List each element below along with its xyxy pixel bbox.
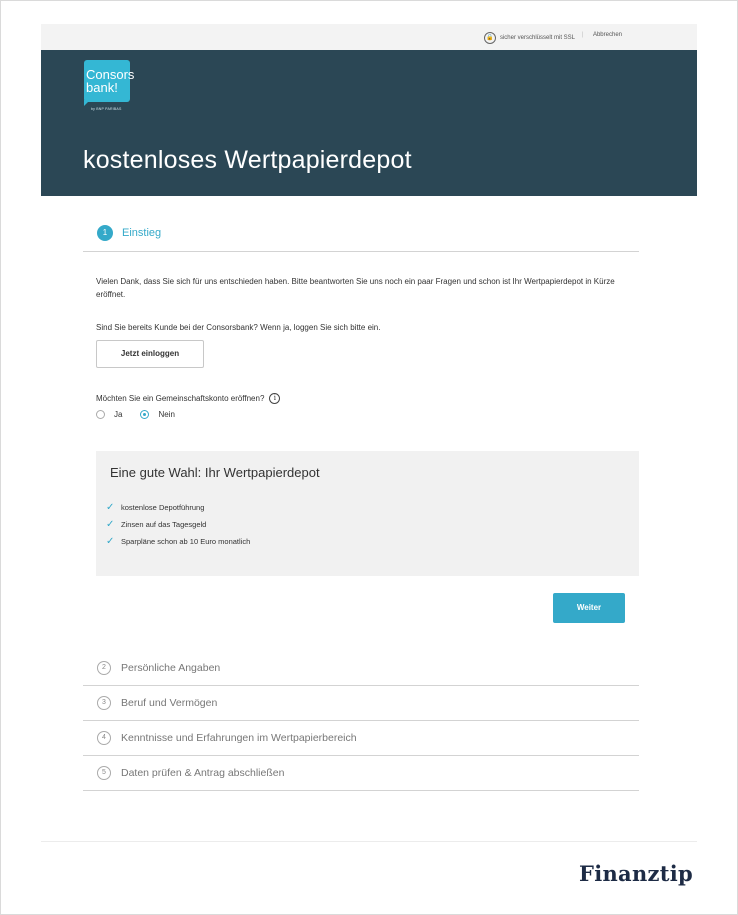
customer-question: Sind Sie bereits Kunde bei der Consorsba… (96, 323, 381, 332)
ssl-notice: 🔒 sicher verschlüsselt mit SSL (483, 32, 575, 44)
step-label: Kenntnisse und Erfahrungen im Wertpapier… (121, 732, 357, 744)
benefit-item: ✓ kostenlose Depotführung (106, 499, 250, 516)
radio-label-ja: Ja (114, 410, 123, 419)
topbar-separator: | (581, 32, 583, 38)
radio-option-ja[interactable]: Ja (96, 410, 122, 419)
benefit-text: Sparpläne schon ab 10 Euro monatlich (121, 537, 251, 546)
benefit-item: ✓ Zinsen auf das Tagesgeld (106, 516, 250, 533)
benefit-text: Zinsen auf das Tagesgeld (121, 520, 207, 529)
top-bar: 🔒 sicher verschlüsselt mit SSL | Abbrech… (41, 24, 697, 50)
benefits-title: Eine gute Wahl: Ihr Wertpapierdepot (110, 465, 320, 480)
step-label: Beruf und Vermögen (121, 697, 218, 709)
joint-account-radio-group: Ja Nein (96, 410, 193, 419)
step-label: Einstieg (122, 227, 162, 239)
joint-account-label: Möchten Sie ein Gemeinschaftskonto eröff… (96, 394, 265, 403)
benefits-panel: Eine gute Wahl: Ihr Wertpapierdepot ✓ ko… (96, 451, 639, 576)
radio-nein[interactable] (140, 410, 150, 419)
step-kenntnisse-und-erfahrungen[interactable]: 4 Kenntnisse und Erfahrungen im Wertpapi… (83, 721, 639, 756)
consorsbank-logo[interactable]: Consors bank! (84, 60, 134, 102)
step-number: 2 (97, 661, 111, 675)
step-label: Daten prüfen & Antrag abschließen (121, 767, 285, 779)
intro-text: Vielen Dank, dass Sie sich für uns entsc… (96, 277, 615, 299)
lock-icon: 🔒 (483, 32, 496, 44)
benefit-text: kostenlose Depotführung (121, 503, 205, 512)
step-number: 5 (97, 766, 111, 780)
logo-speech-tail (84, 100, 90, 106)
joint-account-question: Möchten Sie ein Gemeinschaftskonto eröff… (96, 393, 281, 404)
footer-divider (41, 841, 697, 842)
finanztip-watermark: Finanztip (579, 861, 694, 886)
benefits-list: ✓ kostenlose Depotführung ✓ Zinsen auf d… (106, 499, 250, 550)
step-number: 4 (97, 731, 111, 745)
step-beruf-und-vermoegen[interactable]: 3 Beruf und Vermögen (83, 686, 639, 721)
step-label: Persönliche Angaben (121, 662, 221, 674)
logo-subtitle: by BNP PARIBAS (91, 107, 122, 111)
step-daten-pruefen[interactable]: 5 Daten prüfen & Antrag abschließen (83, 756, 639, 791)
checkmark-icon: ✓ (106, 536, 115, 547)
header-banner: Consors bank! by BNP PARIBAS kostenloses… (41, 50, 697, 196)
step-number-badge: 1 (97, 225, 113, 241)
radio-option-nein[interactable]: Nein (140, 410, 175, 419)
radio-label-nein: Nein (158, 410, 175, 419)
checkmark-icon: ✓ (106, 502, 115, 513)
next-button[interactable]: Weiter (553, 593, 625, 623)
benefit-item: ✓ Sparpläne schon ab 10 Euro monatlich (106, 533, 250, 550)
cancel-link[interactable]: Abbrechen (593, 32, 622, 38)
login-button[interactable]: Jetzt einloggen (96, 340, 204, 368)
ssl-text: sicher verschlüsselt mit SSL (499, 35, 575, 41)
radio-ja[interactable] (96, 410, 105, 419)
checkmark-icon: ✓ (106, 519, 115, 530)
page-title: kostenloses Wertpapierdepot (83, 146, 412, 174)
upcoming-steps-list: 2 Persönliche Angaben 3 Beruf und Vermög… (83, 651, 639, 791)
logo-line-2: bank! (86, 80, 118, 95)
step-einstieg-header: 1 Einstieg (83, 222, 639, 252)
step-persoenliche-angaben[interactable]: 2 Persönliche Angaben (83, 651, 639, 686)
step-number: 3 (97, 696, 111, 710)
info-icon[interactable]: i (269, 393, 281, 404)
